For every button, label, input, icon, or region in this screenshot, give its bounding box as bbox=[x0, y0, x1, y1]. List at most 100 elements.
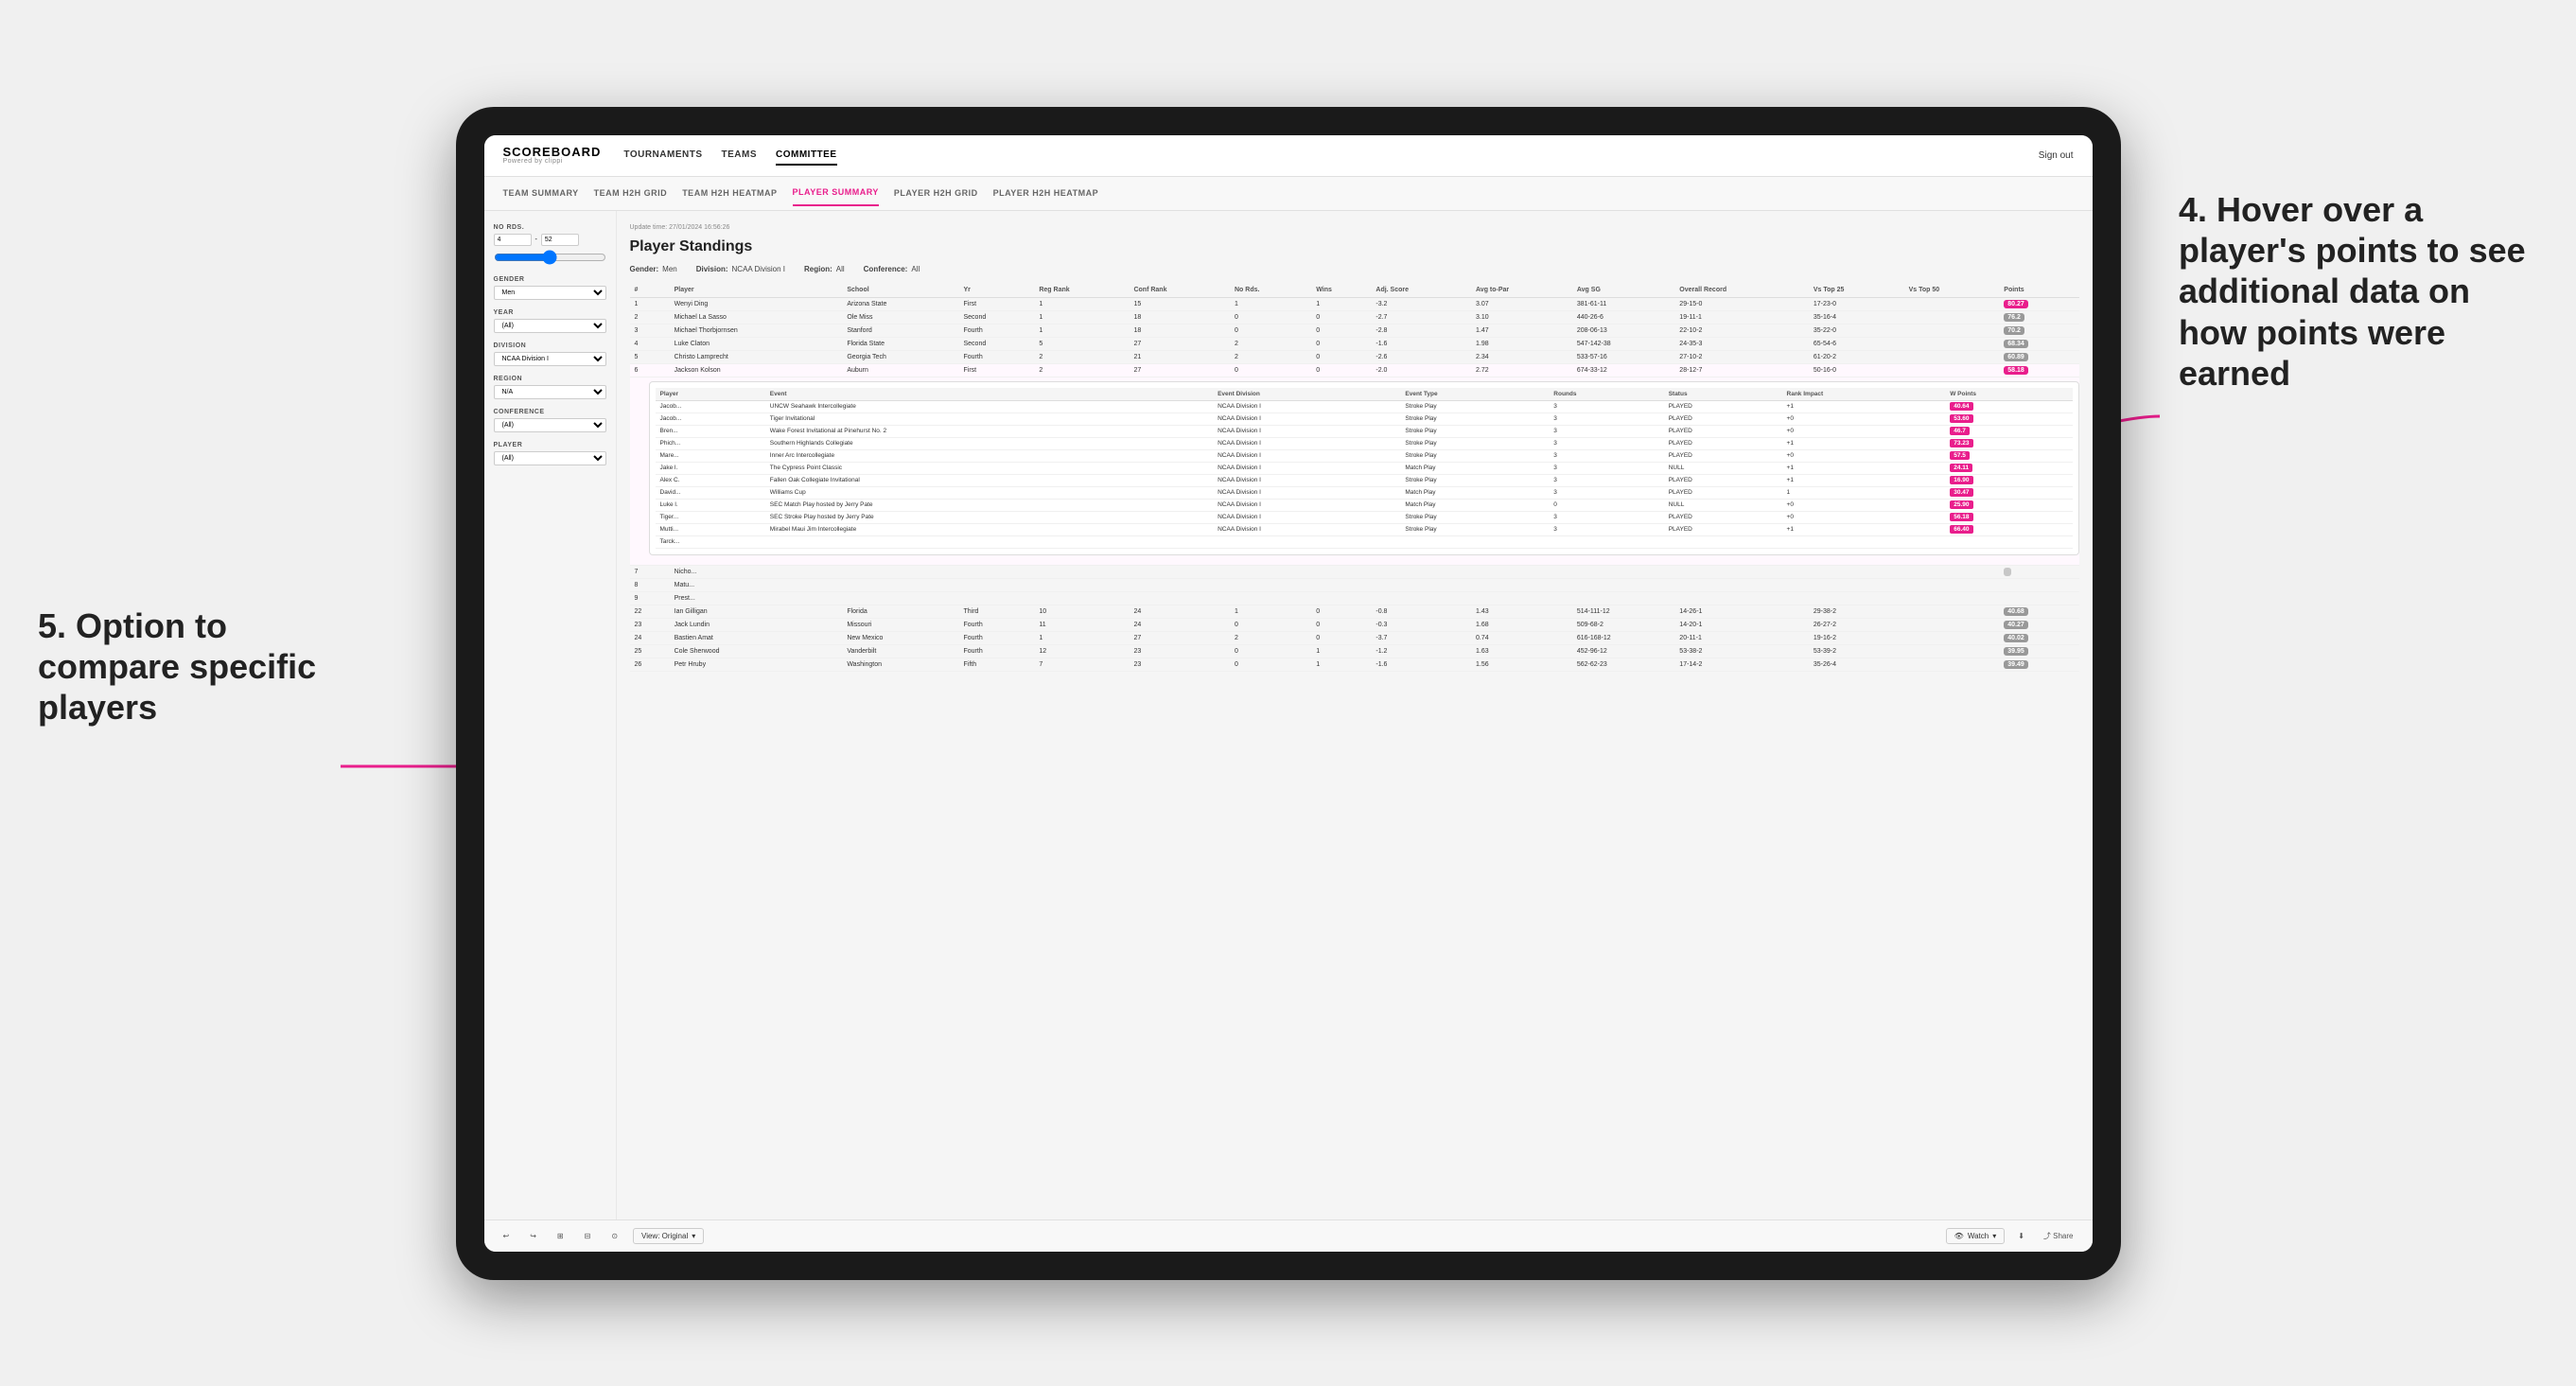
points-badge-3: 70.2 bbox=[2004, 326, 2024, 335]
nav-teams[interactable]: TEAMS bbox=[722, 146, 758, 166]
col-avg-sg: Avg SG bbox=[1572, 283, 1674, 298]
no-rds-slider[interactable] bbox=[494, 250, 606, 265]
bottom-toolbar: ↩ ↪ ⊞ ⊟ ⊙ View: Original ▾ 👁 Watch ▾ ⬇ ⤴… bbox=[484, 1219, 2093, 1252]
sub-nav: TEAM SUMMARY TEAM H2H GRID TEAM H2H HEAT… bbox=[484, 177, 2093, 211]
logo-sub: Powered by clippi bbox=[503, 158, 602, 165]
player-label: Player bbox=[494, 442, 606, 448]
table-row: 24 Bastien Amat New Mexico Fourth 1 27 2… bbox=[630, 631, 2079, 644]
points-badge-5: 60.89 bbox=[2004, 353, 2028, 361]
col-vs-top25: Vs Top 25 bbox=[1809, 283, 1904, 298]
main-content: No Rds. - Gender Men Year bbox=[484, 211, 2093, 1219]
toolbar-copy[interactable]: ⊞ bbox=[552, 1229, 570, 1243]
annotation-left: 5. Option to compare specific players bbox=[38, 605, 341, 728]
sidebar-gender: Gender Men bbox=[494, 276, 606, 300]
toolbar-redo[interactable]: ↪ bbox=[524, 1229, 542, 1243]
nav-right: Sign out bbox=[2039, 150, 2074, 161]
no-rds-to-input[interactable] bbox=[541, 234, 579, 246]
expanded-section: Player Event Event Division Event Type R… bbox=[649, 381, 2079, 555]
toolbar-download[interactable]: ⬇ bbox=[2012, 1229, 2030, 1243]
list-item: Bren... Wake Forest Invitational at Pine… bbox=[656, 425, 2073, 437]
sidebar-player: Player (All) bbox=[494, 442, 606, 465]
sidebar-conference: Conference (All) bbox=[494, 409, 606, 432]
region-select[interactable]: N/A bbox=[494, 385, 606, 399]
no-rds-from-input[interactable] bbox=[494, 234, 532, 246]
expanded-table: Player Event Event Division Event Type R… bbox=[656, 388, 2073, 549]
sub-player-h2h-heatmap[interactable]: PLAYER H2H HEATMAP bbox=[993, 181, 1099, 205]
table-row: 2 Michael La Sasso Ole Miss Second 1 18 … bbox=[630, 310, 2079, 324]
nav-left: SCOREBOARD Powered by clippi TOURNAMENTS… bbox=[503, 146, 837, 166]
tablet-frame: SCOREBOARD Powered by clippi TOURNAMENTS… bbox=[456, 107, 2121, 1280]
toolbar-settings[interactable]: ⊙ bbox=[605, 1229, 623, 1243]
sidebar: No Rds. - Gender Men Year bbox=[484, 211, 617, 1219]
list-item: Jake l. The Cypress Point Classic NCAA D… bbox=[656, 462, 2073, 474]
expanded-header-row: Player Event Event Division Event Type R… bbox=[656, 388, 2073, 401]
table-row: 9 Prest... bbox=[630, 591, 2079, 605]
conference-select[interactable]: (All) bbox=[494, 418, 606, 432]
year-label: Year bbox=[494, 309, 606, 316]
points-badge-6: 58.18 bbox=[2004, 366, 2028, 375]
exp-col-division: Event Division bbox=[1213, 388, 1400, 401]
nav-tournaments[interactable]: TOURNAMENTS bbox=[623, 146, 702, 166]
annotation-right: 4. Hover over a player's points to see a… bbox=[2179, 189, 2538, 394]
exp-col-w-points: W Points bbox=[1945, 388, 2072, 401]
gender-select[interactable]: Men bbox=[494, 286, 606, 300]
nav-committee[interactable]: COMMITTEE bbox=[776, 146, 837, 166]
sidebar-region: Region N/A bbox=[494, 376, 606, 399]
points-badge-23: 40.27 bbox=[2004, 621, 2028, 629]
no-rds-label: No Rds. bbox=[494, 224, 606, 231]
watch-chevron-icon: ▾ bbox=[1992, 1232, 1996, 1240]
division-label: Division bbox=[494, 342, 606, 349]
toolbar-right: 👁 Watch ▾ ⬇ ⤴ Share bbox=[1946, 1228, 2079, 1244]
exp-col-player: Player bbox=[656, 388, 765, 401]
sub-player-summary[interactable]: PLAYER SUMMARY bbox=[793, 180, 879, 206]
table-row: 7 Nicho... bbox=[630, 565, 2079, 578]
sub-player-h2h-grid[interactable]: PLAYER H2H GRID bbox=[894, 181, 978, 205]
filter-conference: Conference: All bbox=[864, 265, 920, 273]
list-item: Mare... Inner Arc Intercollegiate NCAA D… bbox=[656, 449, 2073, 462]
table-row: 22 Ian Gilligan Florida Third 10 24 1 0 … bbox=[630, 605, 2079, 618]
points-badge-7 bbox=[2004, 568, 2011, 576]
table-row: 25 Cole Sherwood Vanderbilt Fourth 12 23… bbox=[630, 644, 2079, 658]
top-nav: SCOREBOARD Powered by clippi TOURNAMENTS… bbox=[484, 135, 2093, 177]
gender-label: Gender bbox=[494, 276, 606, 283]
watch-label: Watch bbox=[1968, 1232, 1989, 1240]
list-item: Tarck... bbox=[656, 535, 2073, 548]
col-reg-rank: Reg Rank bbox=[1034, 283, 1129, 298]
player-select[interactable]: (All) bbox=[494, 451, 606, 465]
logo: SCOREBOARD Powered by clippi bbox=[503, 146, 602, 165]
col-wins: Wins bbox=[1311, 283, 1371, 298]
toolbar-view-dropdown[interactable]: View: Original ▾ bbox=[633, 1228, 704, 1244]
list-item: Jacob... Tiger Invitational NCAA Divisio… bbox=[656, 412, 2073, 425]
toolbar-undo[interactable]: ↩ bbox=[498, 1229, 516, 1243]
exp-col-rounds: Rounds bbox=[1549, 388, 1663, 401]
col-adj-score: Adj. Score bbox=[1371, 283, 1471, 298]
toolbar-paste[interactable]: ⊟ bbox=[579, 1229, 597, 1243]
list-item: Mutti... Mirabel Maui Jim Intercollegiat… bbox=[656, 523, 2073, 535]
list-item: Alex C. Fallen Oak Collegiate Invitation… bbox=[656, 474, 2073, 486]
sidebar-year: Year (All) bbox=[494, 309, 606, 333]
exp-col-rank-impact: Rank Impact bbox=[1782, 388, 1946, 401]
list-item: Luke l. SEC Match Play hosted by Jerry P… bbox=[656, 499, 2073, 511]
table-row: 1 Wenyi Ding Arizona State First 1 15 1 … bbox=[630, 297, 2079, 310]
exp-col-event: Event bbox=[765, 388, 1213, 401]
division-select[interactable]: NCAA Division I bbox=[494, 352, 606, 366]
points-badge-1: 80.27 bbox=[2004, 300, 2028, 308]
toolbar-watch-button[interactable]: 👁 Watch ▾ bbox=[1946, 1228, 2006, 1244]
sub-team-summary[interactable]: TEAM SUMMARY bbox=[503, 181, 579, 205]
nav-sign-out[interactable]: Sign out bbox=[2039, 150, 2074, 161]
table-row: 4 Luke Claton Florida State Second 5 27 … bbox=[630, 337, 2079, 350]
toolbar-share[interactable]: ⤴ Share bbox=[2038, 1228, 2079, 1244]
table-row: 8 Matu... bbox=[630, 578, 2079, 591]
col-yr: Yr bbox=[958, 283, 1034, 298]
sidebar-no-rds: No Rds. - bbox=[494, 224, 606, 267]
no-rds-range: - bbox=[494, 234, 606, 246]
update-time: Update time: 27/01/2024 16:56:26 bbox=[630, 224, 2079, 231]
filters-row: Gender: Men Division: NCAA Division I Re… bbox=[630, 265, 2079, 273]
sub-team-h2h-grid[interactable]: TEAM H2H GRID bbox=[594, 181, 668, 205]
year-select[interactable]: (All) bbox=[494, 319, 606, 333]
sidebar-division: Division NCAA Division I bbox=[494, 342, 606, 366]
sub-team-h2h-heatmap[interactable]: TEAM H2H HEATMAP bbox=[682, 181, 777, 205]
tablet-screen: SCOREBOARD Powered by clippi TOURNAMENTS… bbox=[484, 135, 2093, 1252]
points-badge-4: 68.34 bbox=[2004, 340, 2028, 348]
table-row: 26 Petr Hruby Washington Fifth 7 23 0 1 … bbox=[630, 658, 2079, 671]
